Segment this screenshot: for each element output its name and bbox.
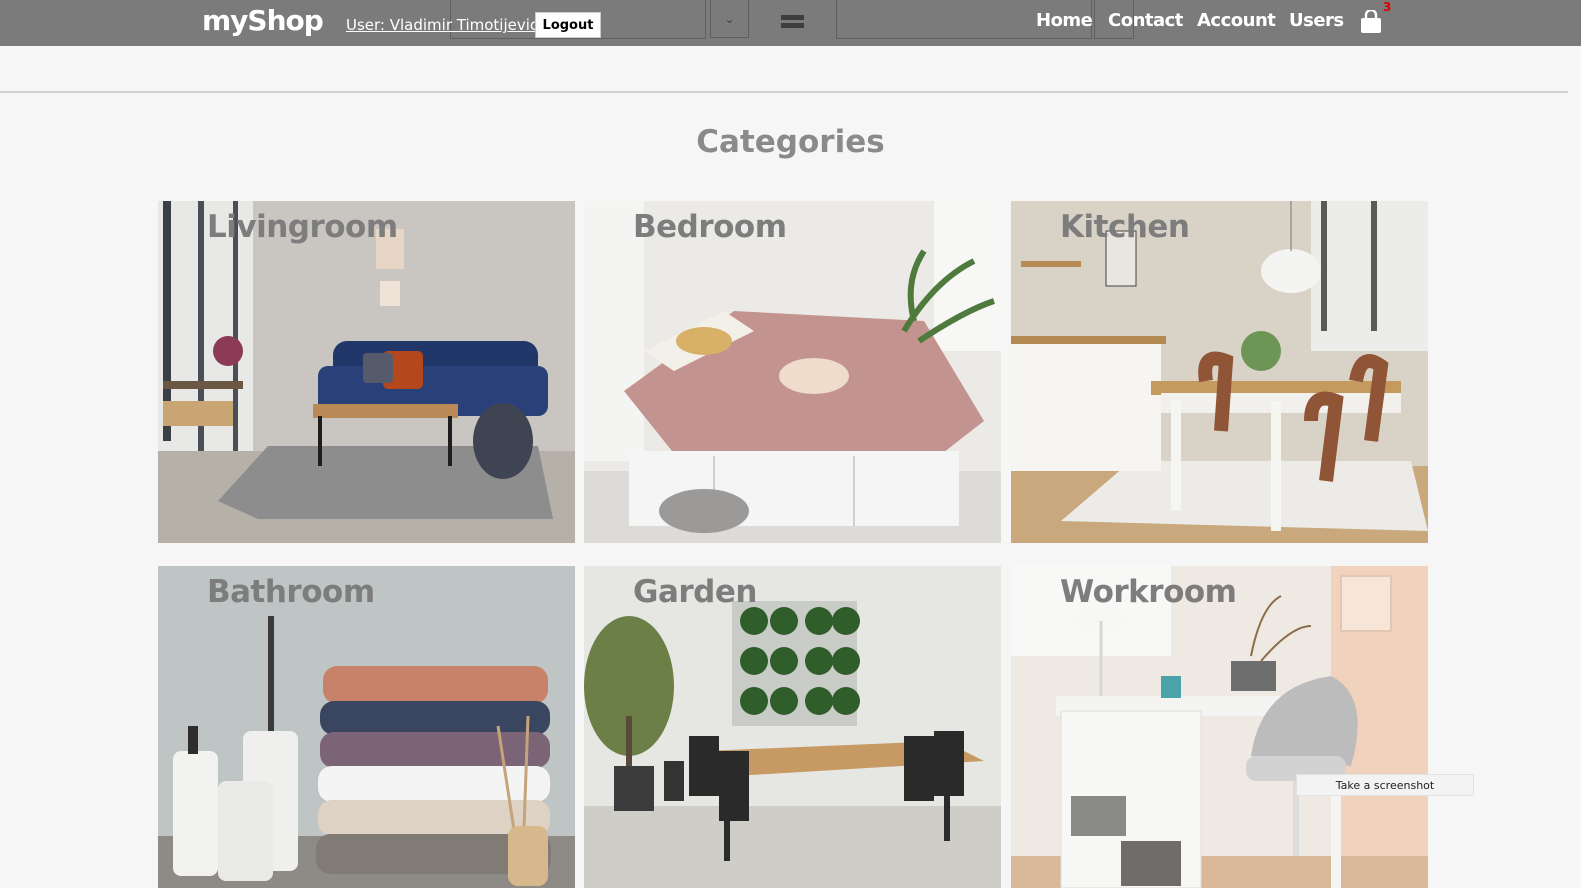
cart-count-badge: 3 xyxy=(1383,0,1392,14)
kitchen-image xyxy=(1011,201,1428,543)
nav-account-link[interactable]: Account xyxy=(1197,10,1276,31)
user-profile-link[interactable]: User: Vladimir Timotijevic xyxy=(346,16,538,34)
workroom-image xyxy=(1011,566,1428,888)
page-title: Categories xyxy=(696,124,885,160)
category-label: Garden xyxy=(633,574,757,610)
category-select[interactable]: ⌄ xyxy=(710,0,749,38)
chevron-down-icon: ⌄ xyxy=(724,11,735,26)
category-card-livingroom[interactable]: Livingroom xyxy=(158,201,575,543)
garden-image xyxy=(584,566,1001,888)
nav-users-link[interactable]: Users xyxy=(1289,10,1344,31)
category-card-garden[interactable]: Garden xyxy=(584,566,1001,888)
category-label: Bedroom xyxy=(633,209,787,245)
bathroom-image xyxy=(158,566,575,888)
top-navbar: myShop User: Vladimir Timotijevic Logout… xyxy=(0,0,1581,46)
secondary-bar xyxy=(0,46,1568,93)
category-label: Bathroom xyxy=(207,574,375,610)
category-label: Livingroom xyxy=(207,209,398,245)
site-logo[interactable]: myShop xyxy=(202,4,324,37)
nav-home-link[interactable]: Home xyxy=(1036,10,1093,31)
hamburger-icon[interactable] xyxy=(781,14,804,30)
logout-button[interactable]: Logout xyxy=(535,12,601,38)
category-card-bedroom[interactable]: Bedroom xyxy=(584,201,1001,543)
category-card-kitchen[interactable]: Kitchen xyxy=(1011,201,1428,543)
category-label: Kitchen xyxy=(1060,209,1190,245)
category-card-workroom[interactable]: Workroom xyxy=(1011,566,1428,888)
screenshot-tooltip: Take a screenshot xyxy=(1296,774,1474,796)
shopping-bag-icon[interactable] xyxy=(1360,8,1382,34)
nav-contact-link[interactable]: Contact xyxy=(1108,10,1183,31)
category-card-bathroom[interactable]: Bathroom xyxy=(158,566,575,888)
livingroom-image xyxy=(158,201,575,543)
bedroom-image xyxy=(584,201,1001,543)
category-label: Workroom xyxy=(1060,574,1237,610)
